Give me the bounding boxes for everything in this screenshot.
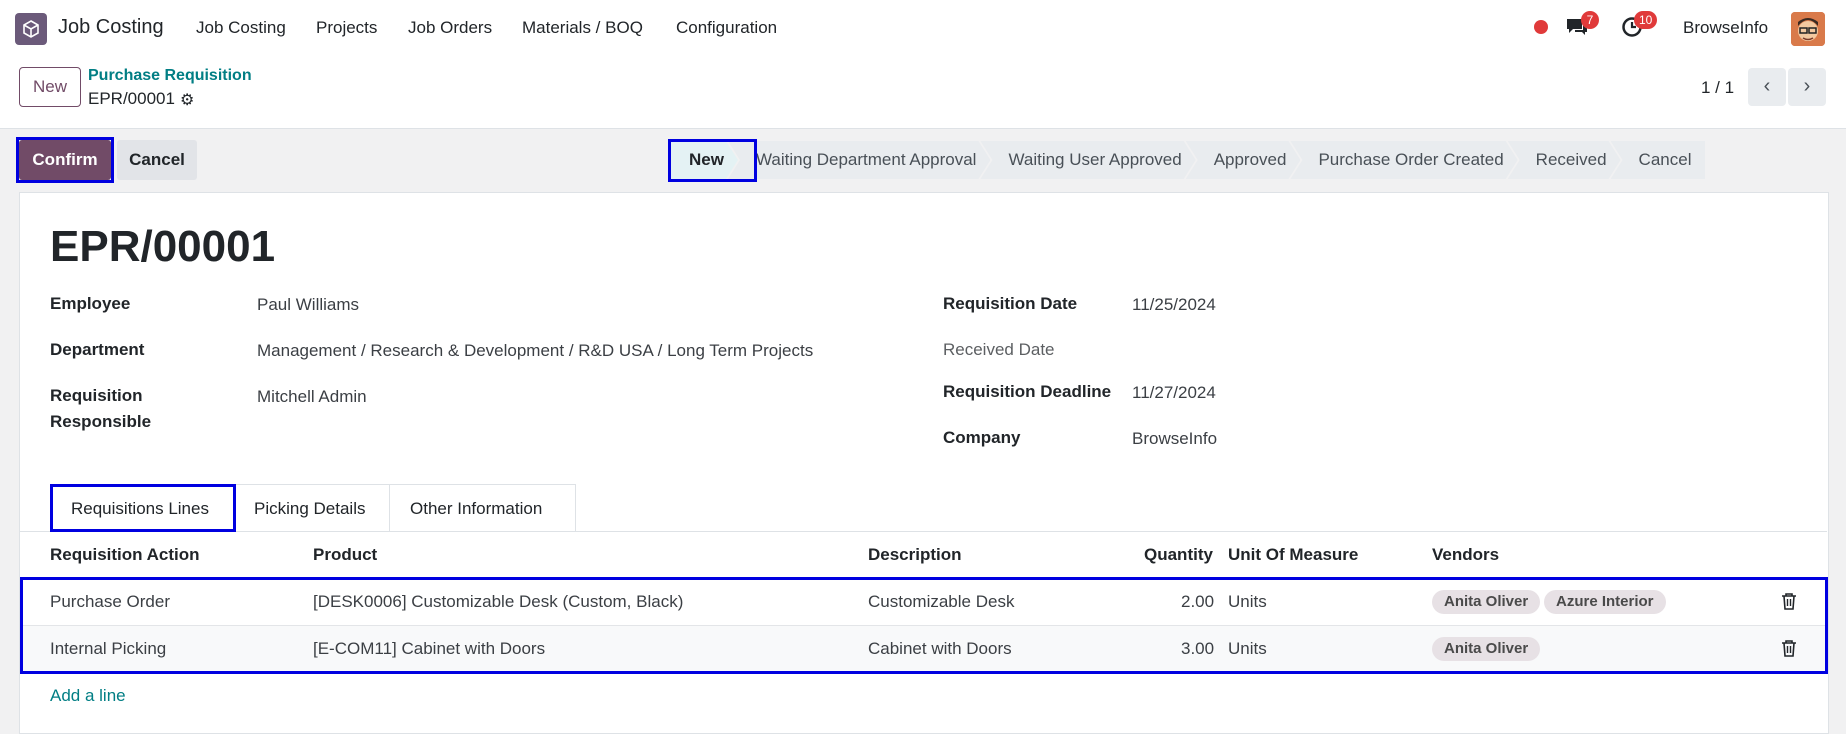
top-navbar: Job Costing Job Costing Projects Job Ord… [0,0,1846,56]
vendor-tag[interactable]: Anita Oliver [1432,637,1541,661]
stage-approved[interactable]: Approved [1186,141,1301,179]
tab-picking-details[interactable]: Picking Details [233,484,390,532]
row-action[interactable]: Internal Picking [50,639,166,659]
new-record-button[interactable]: New [19,67,81,107]
stage-new[interactable]: New [671,141,738,179]
chevron-right-icon: › [1803,75,1811,97]
row-product[interactable]: [E-COM11] Cabinet with Doors [313,639,545,659]
department-field[interactable]: Management / Research & Development / R&… [257,341,813,361]
trash-icon[interactable] [1781,639,1797,662]
cancel-button[interactable]: Cancel [117,140,197,180]
column-unit-of-measure[interactable]: Unit Of Measure [1228,545,1358,565]
row-action[interactable]: Purchase Order [50,592,170,612]
record-title: EPR/00001 [50,222,276,271]
table-row[interactable]: Internal Picking [E-COM11] Cabinet with … [20,626,1826,673]
user-avatar[interactable] [1791,12,1825,46]
stage-received[interactable]: Received [1508,141,1621,179]
column-vendors[interactable]: Vendors [1432,545,1499,565]
pager-previous-button[interactable]: ‹ [1748,68,1786,106]
row-description[interactable]: Cabinet with Doors [868,639,1012,659]
menu-job-orders[interactable]: Job Orders [408,18,492,38]
app-name[interactable]: Job Costing [58,16,164,39]
department-label: Department [50,340,145,359]
pager-next-button[interactable]: › [1788,68,1826,106]
company-switcher[interactable]: BrowseInfo [1683,18,1768,38]
menu-materials-boq[interactable]: Materials / BOQ [522,18,643,38]
requisition-deadline-label: Requisition Deadline [943,382,1112,401]
confirm-button[interactable]: Confirm [19,140,111,180]
status-bar: New Waiting Department Approval Waiting … [671,141,1706,179]
vendor-tag[interactable]: Azure Interior [1544,590,1666,614]
requisition-date-field[interactable]: 11/25/2024 [1132,295,1216,315]
recording-status-icon[interactable] [1534,20,1548,34]
chevron-left-icon: ‹ [1763,75,1771,97]
vendor-tag[interactable]: Anita Oliver [1432,590,1541,614]
breadcrumb-purchase-requisition[interactable]: Purchase Requisition [88,67,252,85]
tab-divider [19,531,1827,532]
stage-purchase-order-created[interactable]: Purchase Order Created [1290,141,1517,179]
menu-job-costing[interactable]: Job Costing [196,18,286,38]
stage-waiting-user-approved[interactable]: Waiting User Approved [980,141,1195,179]
messages-badge: 7 [1581,11,1599,29]
notebook-tabs: Requisitions Lines Picking Details Other… [50,484,576,532]
control-panel [0,56,1846,129]
tab-requisitions-lines[interactable]: Requisitions Lines [50,484,234,532]
employee-field[interactable]: Paul Williams [257,295,359,315]
menu-projects[interactable]: Projects [316,18,377,38]
responsible-field[interactable]: Mitchell Admin [257,387,367,407]
column-product[interactable]: Product [313,545,377,565]
breadcrumb-current-record: EPR/00001 [88,89,175,108]
menu-configuration[interactable]: Configuration [676,18,777,38]
add-line-link[interactable]: Add a line [50,686,126,706]
requisition-date-label: Requisition Date [943,294,1078,313]
stage-cancel[interactable]: Cancel [1610,141,1706,179]
gear-icon[interactable]: ⚙ [180,90,194,110]
requisition-deadline-field[interactable]: 11/27/2024 [1132,383,1216,403]
trash-icon[interactable] [1781,592,1797,615]
row-uom[interactable]: Units [1228,639,1267,659]
responsible-label-line1: Requisition [50,386,143,405]
activities-badge: 10 [1634,11,1658,29]
employee-label: Employee [50,294,131,313]
received-date-label: Received Date [943,340,1055,359]
company-field[interactable]: BrowseInfo [1132,429,1217,449]
table-row[interactable]: Purchase Order [DESK0006] Customizable D… [20,579,1826,626]
app-logo-icon[interactable] [15,13,47,45]
company-label: Company [943,428,1021,447]
column-description[interactable]: Description [868,545,962,565]
row-uom[interactable]: Units [1228,592,1267,612]
row-quantity[interactable]: 2.00 [1181,592,1214,612]
stage-waiting-department-approval[interactable]: Waiting Department Approval [728,141,990,179]
row-description[interactable]: Customizable Desk [868,592,1014,612]
column-quantity[interactable]: Quantity [1144,545,1213,565]
row-quantity[interactable]: 3.00 [1181,639,1214,659]
column-requisition-action[interactable]: Requisition Action [50,545,200,565]
pager-value[interactable]: 1 / 1 [1701,78,1734,98]
tab-other-information[interactable]: Other Information [389,484,576,532]
responsible-label-line2: Responsible [50,412,152,431]
row-product[interactable]: [DESK0006] Customizable Desk (Custom, Bl… [313,592,683,612]
